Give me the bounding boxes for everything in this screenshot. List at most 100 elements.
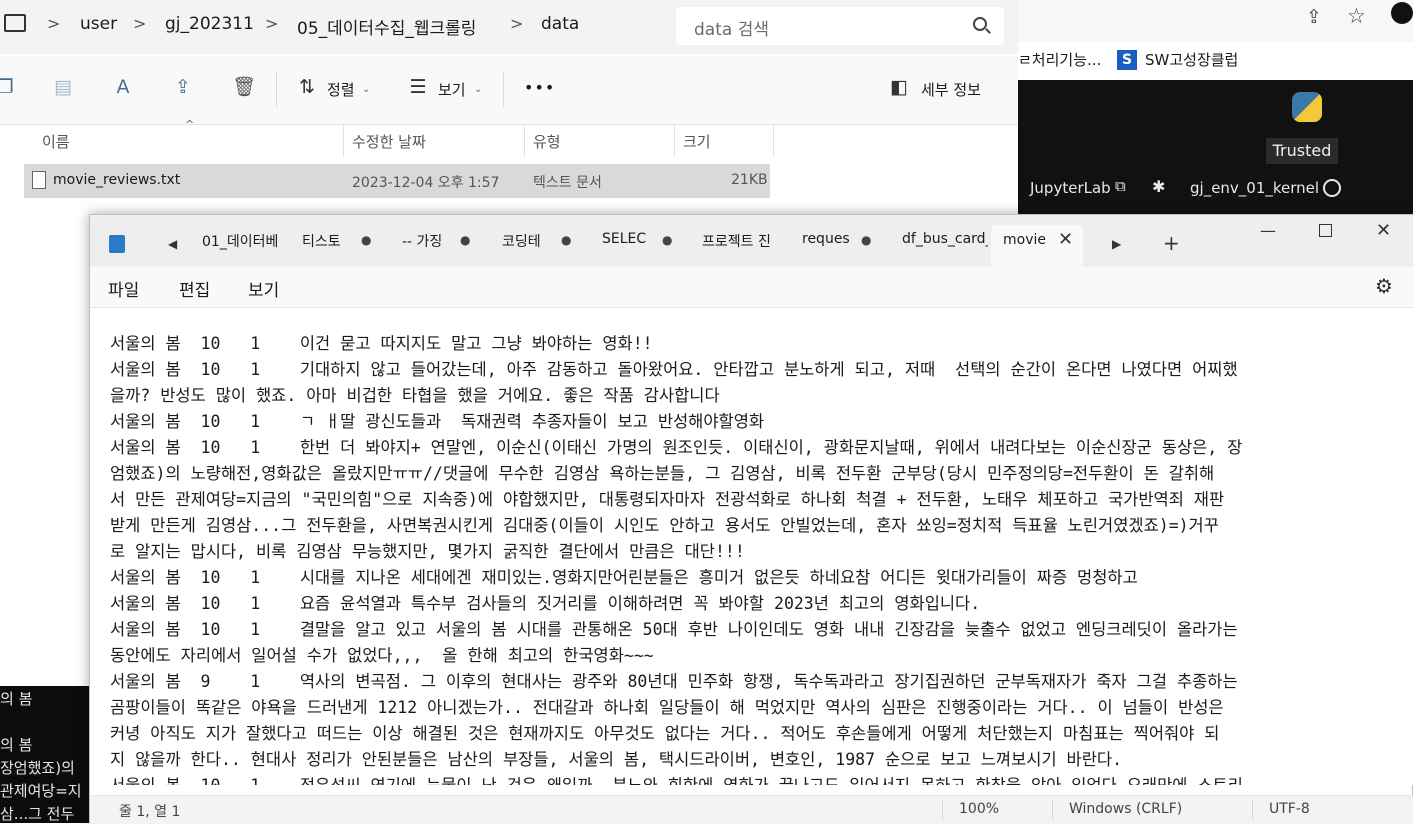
column-header-type[interactable]: 유형 bbox=[533, 131, 561, 152]
kernel-name[interactable]: gj_env_01_kernel bbox=[1190, 179, 1319, 197]
tab-item[interactable]: SELECT bbox=[602, 231, 646, 255]
column-header-size[interactable]: 크기 bbox=[683, 131, 711, 152]
explorer-toolbar: ❐ ▤ A ⇪ 🗑 ⇅ 정렬 ⌄ ☰ 보기 ⌄ ••• ◧ 세부 정보 bbox=[0, 56, 1018, 125]
breadcrumb-user[interactable]: user bbox=[80, 14, 117, 34]
text-line: 서울의 봄 10 1 ㄱ ㅐ딸 광신도들과 독재권력 추종자들이 보고 반성해야… bbox=[110, 412, 765, 431]
terminal-line: 관제여당=지 bbox=[0, 782, 82, 800]
cursor-position: 줄 1, 열 1 bbox=[119, 804, 181, 820]
profile-icon[interactable] bbox=[1391, 2, 1413, 24]
bookmark-item[interactable]: ㄹ처리기능... bbox=[1018, 49, 1101, 70]
settings-gear-icon[interactable]: ⚙ bbox=[1375, 274, 1393, 298]
minimize-icon[interactable]: — bbox=[1260, 221, 1276, 240]
file-row[interactable]: movie_reviews.txt 2023-12-04 오후 1:57 텍스트… bbox=[24, 164, 770, 198]
tab-item[interactable]: reques bbox=[802, 231, 852, 255]
sort-button[interactable]: 정렬 bbox=[327, 79, 355, 100]
unsaved-dot-icon: ● bbox=[861, 233, 872, 247]
sort-icon[interactable]: ⇅ bbox=[296, 76, 318, 98]
details-pane-icon[interactable]: ◧ bbox=[888, 76, 910, 98]
close-window-icon[interactable]: ✕ bbox=[1376, 220, 1391, 241]
text-line: 서울의 봄 9 1 역사의 변곡점. 그 이후의 현대사는 광주와 80년대 민… bbox=[110, 672, 1238, 691]
column-divider bbox=[674, 125, 675, 157]
file-size: 21KB bbox=[731, 172, 768, 188]
terminal-line: 의 봄 bbox=[0, 736, 33, 754]
file-name: movie_reviews.txt bbox=[53, 172, 181, 188]
text-line: 서울의 봄 10 1 결말을 알고 있고 서울의 봄 시대를 관통해온 50대 … bbox=[110, 620, 1238, 639]
bookmark-item[interactable]: SW고성장클럽 bbox=[1145, 49, 1238, 70]
search-input[interactable]: data 검색 bbox=[694, 15, 769, 40]
terminal-line: 삼...그 전두 bbox=[0, 805, 75, 823]
maximize-icon[interactable] bbox=[1319, 224, 1332, 237]
computer-icon[interactable] bbox=[4, 14, 26, 32]
kernel-status-icon bbox=[1323, 179, 1341, 197]
breadcrumb-gj_202311[interactable]: gj_202311 bbox=[165, 14, 254, 34]
close-tab-icon[interactable]: ✕ bbox=[1058, 229, 1073, 250]
tab-bar: ◀ 01_데이터베 티스토 ● -- 가징 ● 코딩테 ● SELECT ● 프… bbox=[90, 215, 1413, 267]
unsaved-dot-icon: ● bbox=[460, 233, 471, 247]
terminal-line: 장엄했죠)의 bbox=[0, 759, 75, 777]
text-line: 을까? 반성도 많이 했죠. 아마 비겁한 타협을 했을 거에요. 좋은 작품 … bbox=[110, 386, 720, 405]
menu-bar: 파일 편집 보기 ⚙ bbox=[90, 267, 1413, 308]
text-line: 서울의 봄 10 1 정우성씨 연기에 눈물이 난 것은 왜일까. 분노와 회한… bbox=[110, 772, 1243, 785]
tab-item[interactable]: -- 가징 bbox=[402, 231, 452, 255]
tab-active[interactable]: movie ✕ bbox=[991, 225, 1083, 267]
status-divider bbox=[1252, 800, 1253, 820]
text-line: 엄했죠)의 노량해전,영화값은 올랐지만ㅠㅠ//댓글에 무수한 김영삼 욕하는분… bbox=[110, 464, 1215, 483]
search-box[interactable]: data 검색 bbox=[676, 7, 1004, 45]
jupyterlab-link[interactable]: JupyterLab bbox=[1030, 179, 1111, 197]
external-link-icon: ⧉ bbox=[1115, 177, 1126, 195]
notepad-app-icon bbox=[109, 235, 125, 253]
chevron-right-icon: > bbox=[510, 14, 524, 33]
tab-item[interactable]: 01_데이터베 bbox=[202, 231, 290, 255]
search-icon-handle bbox=[985, 28, 991, 34]
chevron-right-icon: > bbox=[265, 14, 279, 33]
copy-icon[interactable]: ❐ bbox=[0, 76, 16, 98]
view-button[interactable]: 보기 bbox=[438, 79, 466, 100]
zoom-level: 100% bbox=[959, 801, 1000, 817]
breadcrumb-folder[interactable]: 05_데이터수집_웹크롤링 bbox=[297, 14, 476, 39]
terminal-line: 의 봄 bbox=[0, 690, 33, 708]
menu-view[interactable]: 보기 bbox=[248, 276, 279, 301]
unsaved-dot-icon: ● bbox=[662, 233, 673, 247]
status-divider bbox=[942, 800, 943, 820]
text-line: 서울의 봄 10 1 요즘 윤석열과 특수부 검사들의 짓거리를 이해하려면 꼭… bbox=[110, 594, 981, 613]
chevron-down-icon: ⌄ bbox=[362, 84, 371, 95]
scroll-tabs-right-icon[interactable]: ▶ bbox=[1112, 237, 1121, 251]
share-icon[interactable]: ⇪ bbox=[172, 76, 194, 98]
view-icon[interactable]: ☰ bbox=[407, 76, 429, 98]
text-line: 서울의 봄 10 1 기대하지 않고 들어갔는데, 아주 감동하고 돌아왔어요.… bbox=[110, 360, 1238, 379]
jupyter-menu: JupyterLab ⧉ ✱ gj_env_01_kernel bbox=[1018, 172, 1413, 210]
breadcrumb-data[interactable]: data bbox=[541, 14, 579, 34]
column-header-modified[interactable]: 수정한 날짜 bbox=[352, 131, 426, 152]
menu-edit[interactable]: 편집 bbox=[179, 276, 210, 301]
text-line: 서 만든 관제여당=지금의 "국민의힘"으로 지속중)에 야합했지만, 대통령되… bbox=[110, 490, 1225, 509]
tab-item[interactable]: 티스토 bbox=[302, 231, 352, 255]
share-icon[interactable]: ⇪ bbox=[1306, 6, 1322, 28]
trusted-badge[interactable]: Trusted bbox=[1266, 138, 1338, 164]
scroll-tabs-left-icon[interactable]: ◀ bbox=[168, 237, 177, 251]
new-tab-icon[interactable]: + bbox=[1163, 231, 1180, 255]
delete-icon[interactable]: 🗑 bbox=[232, 76, 256, 98]
tab-item[interactable]: 프로젝트 진 bbox=[702, 231, 788, 255]
toolbar-divider bbox=[503, 72, 504, 108]
rename-icon[interactable]: A bbox=[112, 76, 134, 98]
debugger-icon[interactable]: ✱ bbox=[1152, 177, 1165, 196]
star-icon[interactable]: ☆ bbox=[1347, 4, 1366, 28]
text-file-icon bbox=[32, 171, 46, 189]
column-divider bbox=[524, 125, 525, 157]
paste-icon[interactable]: ▤ bbox=[52, 76, 74, 98]
file-modified: 2023-12-04 오후 1:57 bbox=[352, 175, 500, 191]
unsaved-dot-icon: ● bbox=[561, 233, 572, 247]
bookmark-favicon-icon: S bbox=[1117, 50, 1137, 70]
menu-file[interactable]: 파일 bbox=[108, 276, 139, 301]
tab-item[interactable]: df_bus_card_ bbox=[902, 231, 988, 255]
line-ending: Windows (CRLF) bbox=[1069, 801, 1183, 817]
text-line: 로 알지는 맙시다, 비록 김영삼 무능했지만, 몇가지 굵직한 결단에서 만큼… bbox=[110, 542, 745, 561]
text-line: 커녕 아직도 지가 잘했다고 떠드는 이상 해결된 것은 현재까지도 아무것도 … bbox=[110, 724, 1220, 743]
details-button[interactable]: 세부 정보 bbox=[921, 79, 981, 100]
more-options-button[interactable]: ••• bbox=[524, 78, 555, 97]
chevron-down-icon: ⌄ bbox=[474, 84, 483, 95]
column-header-name[interactable]: 이름 bbox=[42, 131, 70, 152]
chevron-right-icon: > bbox=[47, 14, 61, 33]
text-editor[interactable]: 서울의 봄 10 1 이건 묻고 따지지도 말고 그냥 봐야하는 영화!! 서울… bbox=[90, 308, 1413, 785]
tab-item[interactable]: 코딩테 bbox=[502, 231, 552, 255]
